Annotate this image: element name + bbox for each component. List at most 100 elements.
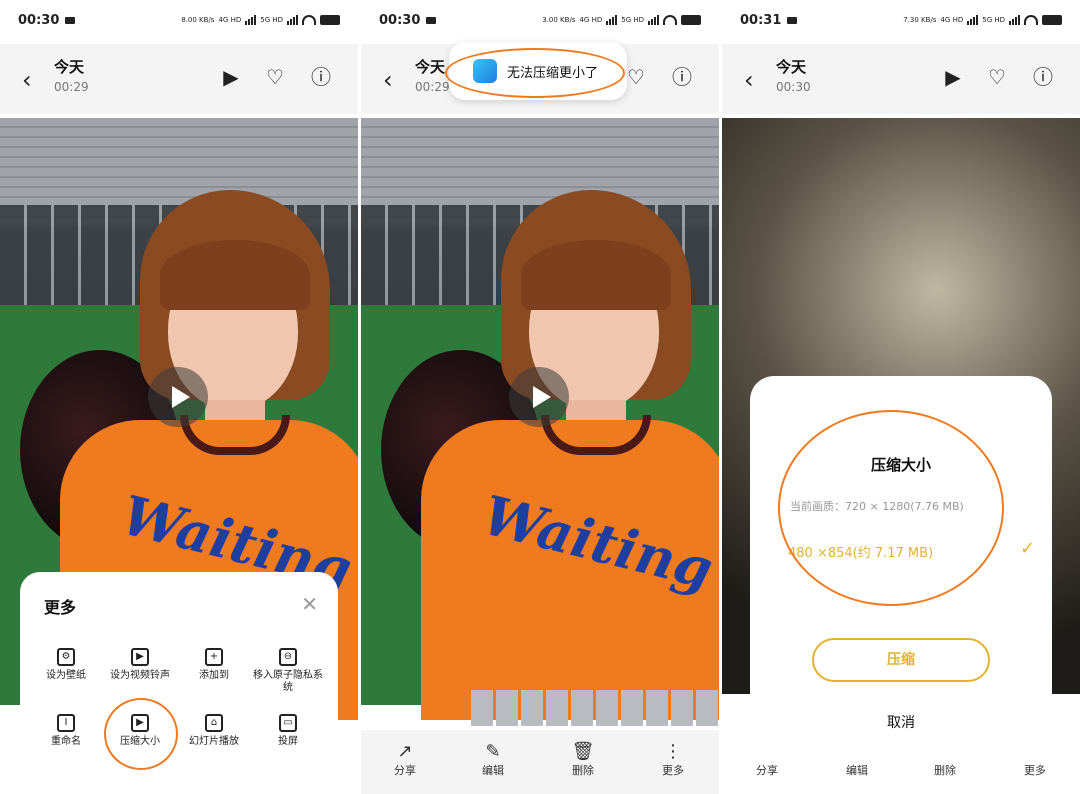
option-cast[interactable]: ▭ 投屏 — [250, 714, 326, 748]
thumbnail[interactable] — [471, 690, 493, 726]
option-label: 移入原子隐私系统 — [253, 670, 323, 693]
record-icon — [787, 16, 798, 24]
option-label: 幻灯片播放 — [189, 736, 239, 747]
tool-label: 删除 — [572, 764, 594, 777]
bottom-toolbar: ↗ 分享 ✎ 编辑 🗑 删除 ⋮ 更多 — [361, 730, 719, 794]
slideshow-icon[interactable]: ▶ — [220, 66, 242, 88]
more-icon: ⋮ — [664, 741, 682, 762]
thumbnail[interactable] — [596, 690, 618, 726]
more-label[interactable]: 更多 — [1024, 762, 1046, 778]
option-move-private[interactable]: ⊖ 移入原子隐私系统 — [250, 648, 326, 694]
share-button[interactable]: ↗ 分享 — [375, 742, 435, 778]
tool-label: 分享 — [394, 764, 416, 777]
thumbnail[interactable] — [496, 690, 518, 726]
option-add-to[interactable]: + 添加到 — [176, 648, 252, 682]
heart-icon[interactable]: ♡ — [625, 66, 647, 88]
thumbnail[interactable] — [696, 690, 718, 726]
signal-label-b: 5G HD — [982, 16, 1005, 24]
status-bar: 00:30 3.00 KB/s 4G HD 5G HD — [361, 0, 719, 40]
trash-icon: 🗑 — [571, 741, 595, 762]
signal-icon — [245, 15, 257, 25]
thumbnail[interactable] — [521, 690, 543, 726]
thumbnail[interactable] — [646, 690, 668, 726]
person-bangs — [521, 240, 671, 310]
page-title: 今天 — [415, 58, 446, 76]
play-button[interactable] — [509, 367, 569, 427]
person-bangs — [160, 240, 310, 310]
cast-icon: ▭ — [279, 714, 297, 732]
page-title: 今天 — [776, 58, 807, 76]
status-time: 00:30 — [379, 12, 421, 28]
compress-dialog: 压缩大小 当前画质：720 × 1280(7.76 MB) 480 ×854(约… — [750, 376, 1052, 764]
delete-label[interactable]: 删除 — [934, 762, 956, 778]
thumbnail[interactable] — [546, 690, 568, 726]
delete-button[interactable]: 🗑 删除 — [553, 742, 613, 778]
net-speed: 7.30 KB/s — [903, 16, 937, 24]
panel-compress-dialog: 00:31 7.30 KB/s 4G HD 5G HD ‹ 今天 00:30 ▶… — [722, 0, 1080, 794]
back-icon[interactable]: ‹ — [22, 66, 32, 94]
net-speed: 8.00 KB/s — [181, 16, 215, 24]
highlight-circle — [445, 48, 625, 98]
option-rename[interactable]: I 重命名 — [28, 714, 104, 748]
wifi-icon — [302, 15, 316, 25]
play-button[interactable] — [148, 367, 208, 427]
close-icon[interactable]: ✕ — [301, 592, 318, 616]
thumbnail[interactable] — [621, 690, 643, 726]
signal-icon-2 — [1009, 15, 1020, 25]
tool-label: 编辑 — [482, 764, 504, 777]
signal-label-a: 4G HD — [940, 16, 964, 24]
option-label: 设为视频铃声 — [110, 670, 170, 681]
record-icon — [426, 16, 437, 24]
option-set-ringtone[interactable]: ▶ 设为视频铃声 — [102, 648, 178, 682]
edit-icon: ✎ — [485, 741, 501, 762]
edit-label[interactable]: 编辑 — [846, 762, 868, 778]
info-icon[interactable]: ⓘ — [671, 66, 693, 88]
heart-icon[interactable]: ♡ — [264, 66, 286, 88]
signal-icon-2 — [287, 15, 298, 25]
viewer-header: ‹ 今天 00:29 ▶ ♡ ⓘ — [0, 44, 358, 114]
wifi-icon — [663, 15, 677, 25]
share-label[interactable]: 分享 — [756, 762, 778, 778]
back-icon[interactable]: ‹ — [383, 66, 393, 94]
thumbnail-strip[interactable] — [471, 690, 719, 726]
compress-button[interactable]: 压缩 — [812, 638, 990, 682]
info-icon[interactable]: ⓘ — [310, 66, 332, 88]
signal-icon-2 — [648, 15, 659, 25]
signal-label-a: 4G HD — [579, 16, 603, 24]
page-subtitle: 00:29 — [415, 80, 450, 94]
wifi-icon — [1024, 15, 1038, 25]
signal-icon — [967, 15, 979, 25]
record-icon — [65, 16, 76, 24]
slideshow-icon[interactable]: ▶ — [942, 66, 964, 88]
back-icon[interactable]: ‹ — [744, 66, 754, 94]
play-icon — [171, 386, 190, 408]
page-subtitle: 00:30 — [776, 80, 811, 94]
option-label: 重命名 — [51, 736, 81, 747]
cancel-button[interactable]: 取消 — [750, 712, 1052, 732]
info-icon[interactable]: ⓘ — [1032, 66, 1054, 88]
option-label: 添加到 — [199, 670, 229, 681]
thumbnail[interactable] — [571, 690, 593, 726]
highlight-circle — [778, 410, 1004, 606]
add-to-icon: + — [205, 648, 223, 666]
status-bar: 00:30 8.00 KB/s 4G HD 5G HD — [0, 0, 358, 40]
option-set-wallpaper[interactable]: ⚙ 设为壁纸 — [28, 648, 104, 682]
more-sheet: 更多 ✕ ⚙ 设为壁纸 ▶ 设为视频铃声 + 添加到 ⊖ 移入原子隐私系统 I … — [20, 572, 338, 774]
battery-icon — [1042, 15, 1062, 25]
more-button[interactable]: ⋮ 更多 — [643, 742, 703, 778]
thumbnail[interactable] — [671, 690, 693, 726]
battery-icon — [320, 15, 340, 25]
viewer-header: ‹ 今天 00:30 ▶ ♡ ⓘ — [722, 44, 1080, 114]
page-title: 今天 — [54, 58, 85, 76]
play-icon — [532, 386, 551, 408]
heart-icon[interactable]: ♡ — [986, 66, 1008, 88]
net-speed: 3.00 KB/s — [542, 16, 576, 24]
signal-icon — [606, 15, 618, 25]
option-label: 投屏 — [278, 736, 298, 747]
signal-label-b: 5G HD — [621, 16, 644, 24]
status-bar: 00:31 7.30 KB/s 4G HD 5G HD — [722, 0, 1080, 40]
signal-label-a: 4G HD — [218, 16, 242, 24]
option-slideshow[interactable]: ⌂ 幻灯片播放 — [176, 714, 252, 748]
rename-icon: I — [57, 714, 75, 732]
edit-button[interactable]: ✎ 编辑 — [463, 742, 523, 778]
